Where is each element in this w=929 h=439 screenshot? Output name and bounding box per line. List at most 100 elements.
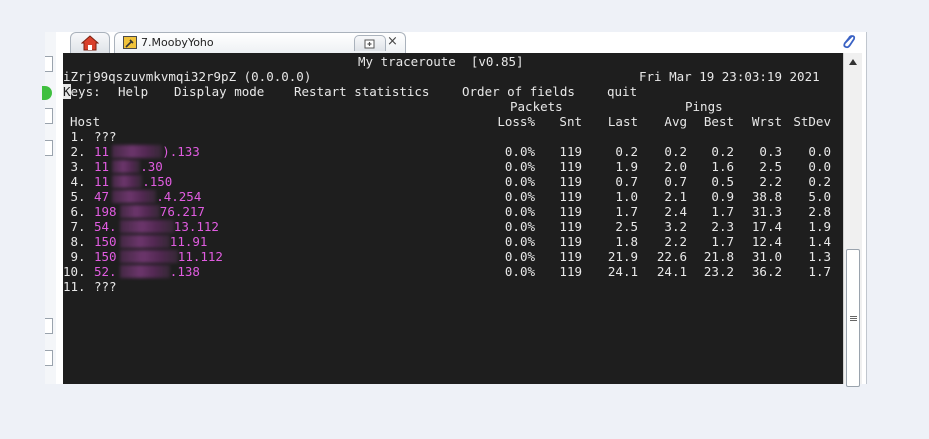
hop-last: 1.7 bbox=[615, 204, 638, 219]
hop-snt: 119 bbox=[559, 144, 582, 159]
column-header-wrst: Wrst bbox=[751, 114, 782, 129]
hop-host-suffix: 76.217 bbox=[159, 204, 205, 219]
hop-host: 54. bbox=[94, 219, 117, 234]
hop-number: 7. bbox=[63, 219, 86, 234]
hop-last: 0.7 bbox=[615, 174, 638, 189]
column-header-best: Best bbox=[703, 114, 734, 129]
tab-close-button[interactable]: × bbox=[387, 34, 398, 49]
redacted-ip-segment bbox=[112, 190, 157, 203]
hop-loss: 0.0% bbox=[504, 189, 535, 204]
menu-quit[interactable]: quit bbox=[607, 84, 637, 99]
hop-number: 4. bbox=[63, 174, 86, 189]
background-window-control bbox=[45, 140, 53, 156]
terminal-screen[interactable]: My traceroute [v0.85] iZrj99qszuvmkvmqi3… bbox=[63, 53, 843, 384]
hop-stdev: 0.2 bbox=[808, 174, 831, 189]
hop-host-suffix: .4.254 bbox=[156, 189, 202, 204]
hop-best: 2.3 bbox=[711, 219, 734, 234]
redacted-ip-segment bbox=[119, 235, 170, 248]
tool-icon bbox=[123, 36, 137, 49]
hop-loss: 0.0% bbox=[504, 204, 535, 219]
menu-restart-statistics[interactable]: Restart statistics bbox=[294, 84, 429, 99]
hop-loss: 0.0% bbox=[504, 219, 535, 234]
hop-wrst: 0.3 bbox=[759, 144, 782, 159]
home-button[interactable] bbox=[70, 32, 110, 53]
hop-stdev: 0.0 bbox=[808, 144, 831, 159]
hop-wrst: 2.2 bbox=[759, 174, 782, 189]
tab-bar: 7.MoobyYoho × bbox=[56, 32, 867, 53]
hop-snt: 119 bbox=[559, 174, 582, 189]
hop-stdev: 1.4 bbox=[808, 234, 831, 249]
background-window-control bbox=[45, 318, 53, 334]
hop-stdev: 0.0 bbox=[808, 159, 831, 174]
grip-icon bbox=[849, 315, 857, 322]
menu-help[interactable]: Help bbox=[118, 84, 148, 99]
hop-host-suffix: 13.112 bbox=[173, 219, 219, 234]
keys-label: Keys: bbox=[63, 84, 101, 99]
terminal-datetime: Fri Mar 19 23:03:19 2021 bbox=[639, 69, 820, 84]
hop-host: ??? bbox=[94, 279, 117, 294]
hop-snt: 119 bbox=[559, 189, 582, 204]
hop-avg: 22.6 bbox=[656, 249, 687, 264]
hop-avg: 2.2 bbox=[664, 234, 687, 249]
column-header-host: Host bbox=[70, 114, 101, 129]
hop-avg: 2.1 bbox=[664, 189, 687, 204]
scrollbar-thumb[interactable] bbox=[846, 249, 860, 387]
scroll-up-button[interactable] bbox=[847, 56, 859, 68]
new-tab-button[interactable] bbox=[354, 35, 386, 51]
hop-avg: 2.4 bbox=[664, 204, 687, 219]
hop-best: 0.9 bbox=[711, 189, 734, 204]
terminal-window: 7.MoobyYoho × My traceroute [v0.85] iZrj… bbox=[56, 32, 867, 387]
hop-best: 23.2 bbox=[703, 264, 734, 279]
hop-number: 5. bbox=[63, 189, 86, 204]
hop-host: 150 bbox=[94, 249, 117, 264]
hop-avg: 0.7 bbox=[664, 174, 687, 189]
hop-last: 1.9 bbox=[615, 159, 638, 174]
group-packets: Packets bbox=[510, 99, 563, 114]
hop-host-suffix: 11.91 bbox=[169, 234, 208, 249]
hop-host: 198 bbox=[94, 204, 117, 219]
hop-wrst: 17.4 bbox=[751, 219, 782, 234]
terminal-hostname: iZrj99qszuvmkvmqi32r9pZ (0.0.0.0) bbox=[63, 69, 312, 84]
menu-display-mode[interactable]: Display mode bbox=[174, 84, 264, 99]
redacted-ip-segment bbox=[119, 220, 174, 233]
hop-loss: 0.0% bbox=[504, 249, 535, 264]
hop-wrst: 38.8 bbox=[751, 189, 782, 204]
hop-wrst: 36.2 bbox=[751, 264, 782, 279]
hop-loss: 0.0% bbox=[504, 264, 535, 279]
redacted-ip-segment bbox=[119, 205, 160, 218]
arrow-up-icon bbox=[849, 59, 857, 65]
attach-button[interactable] bbox=[838, 32, 860, 52]
hop-host-suffix: .138 bbox=[169, 264, 200, 279]
hop-host-suffix: ).133 bbox=[162, 144, 200, 159]
redacted-ip-segment bbox=[112, 175, 143, 188]
hop-last: 1.0 bbox=[615, 189, 638, 204]
hop-host: 11 bbox=[94, 174, 110, 189]
hop-last: 24.1 bbox=[607, 264, 638, 279]
hop-loss: 0.0% bbox=[504, 159, 535, 174]
hop-last: 1.8 bbox=[615, 234, 638, 249]
hop-best: 1.7 bbox=[711, 204, 734, 219]
hop-last: 2.5 bbox=[615, 219, 638, 234]
hop-snt: 119 bbox=[559, 204, 582, 219]
vertical-scrollbar[interactable] bbox=[843, 53, 862, 387]
tab-label: 7.MoobyYoho bbox=[141, 36, 214, 49]
hop-best: 1.6 bbox=[711, 159, 734, 174]
hop-wrst: 31.3 bbox=[751, 204, 782, 219]
hop-number: 1. bbox=[63, 129, 86, 144]
hop-stdev: 1.9 bbox=[808, 219, 831, 234]
hop-loss: 0.0% bbox=[504, 234, 535, 249]
hop-stdev: 2.8 bbox=[808, 204, 831, 219]
background-window-control bbox=[45, 56, 53, 72]
new-tab-icon bbox=[364, 39, 375, 48]
hop-stdev: 1.7 bbox=[808, 264, 831, 279]
hop-number: 8. bbox=[63, 234, 86, 249]
column-header-stdev: StDev bbox=[793, 114, 831, 129]
hop-host: ??? bbox=[94, 129, 117, 144]
hop-avg: 24.1 bbox=[656, 264, 687, 279]
hop-best: 21.8 bbox=[703, 249, 734, 264]
hop-host: 11 bbox=[94, 144, 110, 159]
hop-host-suffix: .30 bbox=[140, 159, 163, 174]
column-header-snt: Snt bbox=[559, 114, 582, 129]
menu-order-of-fields[interactable]: Order of fields bbox=[462, 84, 575, 99]
column-header-avg: Avg bbox=[664, 114, 687, 129]
